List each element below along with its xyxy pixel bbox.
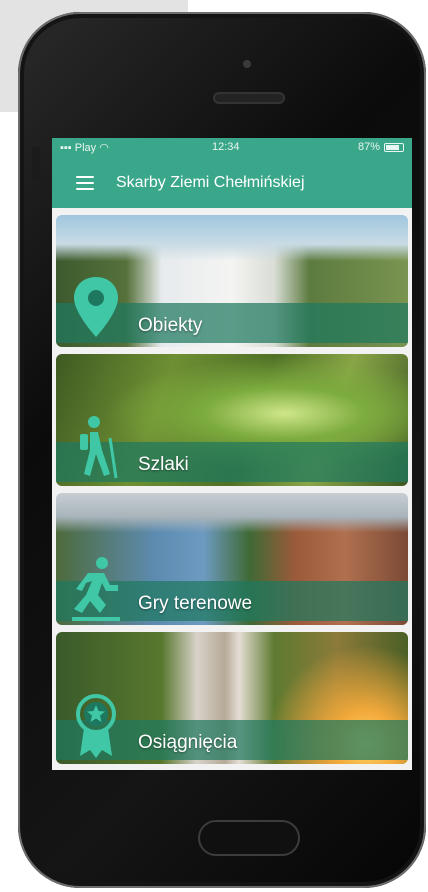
- tile-label-obiekty: Obiekty: [138, 315, 203, 336]
- hiker-icon: [80, 416, 118, 479]
- status-bar: ▪▪▪ Play ◠ 12:34 87%: [52, 138, 412, 158]
- tile-osiagniecia[interactable]: Osiągnięcia: [56, 632, 408, 764]
- phone-speaker: [213, 92, 285, 104]
- award-badge-icon: [76, 694, 116, 758]
- carrier-label: ▪▪▪ Play ◠: [60, 141, 109, 154]
- tile-label-szlaki: Szlaki: [138, 454, 189, 475]
- battery-status: 87%: [358, 141, 404, 153]
- app-header: Skarby Ziemi Chełmińskiej: [52, 158, 412, 208]
- tile-gry-terenowe[interactable]: Gry terenowe: [56, 493, 408, 625]
- tile-obiekty[interactable]: Obiekty: [56, 215, 408, 347]
- app-title: Skarby Ziemi Chełmińskiej: [116, 174, 305, 191]
- phone-side-button: [32, 147, 40, 181]
- home-button[interactable]: [198, 820, 300, 856]
- status-time: 12:34: [212, 141, 240, 153]
- carrier-text: Play: [74, 142, 97, 154]
- wifi-icon: ◠: [99, 142, 109, 154]
- signal-icon: ▪▪▪: [60, 142, 72, 154]
- app-screen: ▪▪▪ Play ◠ 12:34 87% Skarby Ziemi Chełmi…: [52, 138, 412, 770]
- tile-label-osiagniecia: Osiągnięcia: [138, 732, 238, 753]
- tile-szlaki[interactable]: Szlaki: [56, 354, 408, 486]
- runner-icon: [72, 557, 120, 621]
- phone-camera: [243, 60, 251, 68]
- tile-label-gry-terenowe: Gry terenowe: [138, 593, 253, 614]
- battery-percent: 87%: [357, 141, 380, 153]
- map-pin-icon: [74, 277, 118, 337]
- battery-icon: [384, 142, 404, 152]
- hamburger-menu-icon[interactable]: [76, 176, 94, 190]
